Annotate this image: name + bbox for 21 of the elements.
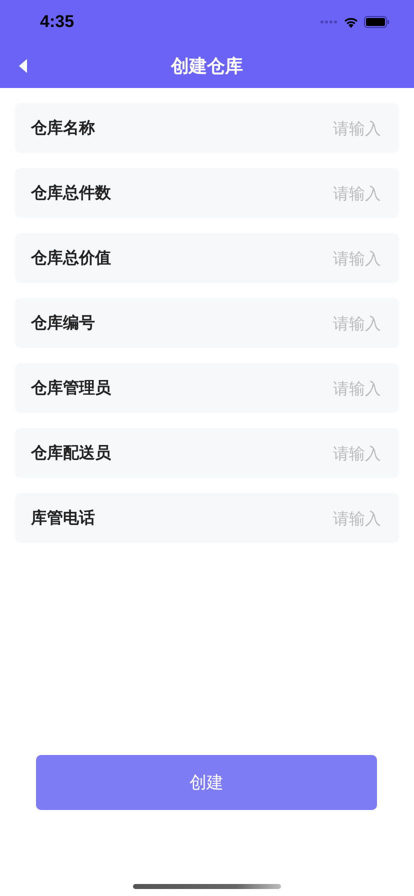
field-label: 仓库管理员 [31, 378, 111, 398]
page-title: 创建仓库 [171, 55, 243, 78]
input-field[interactable]: 请输入 [229, 248, 383, 268]
wifi-icon [343, 16, 359, 28]
input-field[interactable]: 请输入 [229, 508, 383, 528]
input-field[interactable]: 请输入 [229, 312, 383, 334]
field-label: 仓库配送员 [31, 442, 111, 464]
input-field[interactable]: 请输入 [229, 182, 383, 204]
field-label: 仓库编号 [31, 312, 95, 334]
status-time: 4:35 [40, 12, 74, 32]
battery-icon [364, 16, 390, 28]
input-field[interactable]: 请输入 [229, 118, 383, 138]
field-label: 仓库总价值 [31, 248, 111, 268]
input-field[interactable]: 请输入 [229, 378, 383, 398]
field-label: 仓库名称 [31, 118, 95, 138]
signal-icon [320, 20, 338, 24]
input-field[interactable]: 请输入 [229, 442, 383, 464]
create-button[interactable]: 创建 [36, 755, 377, 810]
field-label: 库管电话 [31, 508, 95, 528]
back-icon[interactable] [19, 59, 27, 73]
field-label: 仓库总件数 [31, 182, 111, 204]
